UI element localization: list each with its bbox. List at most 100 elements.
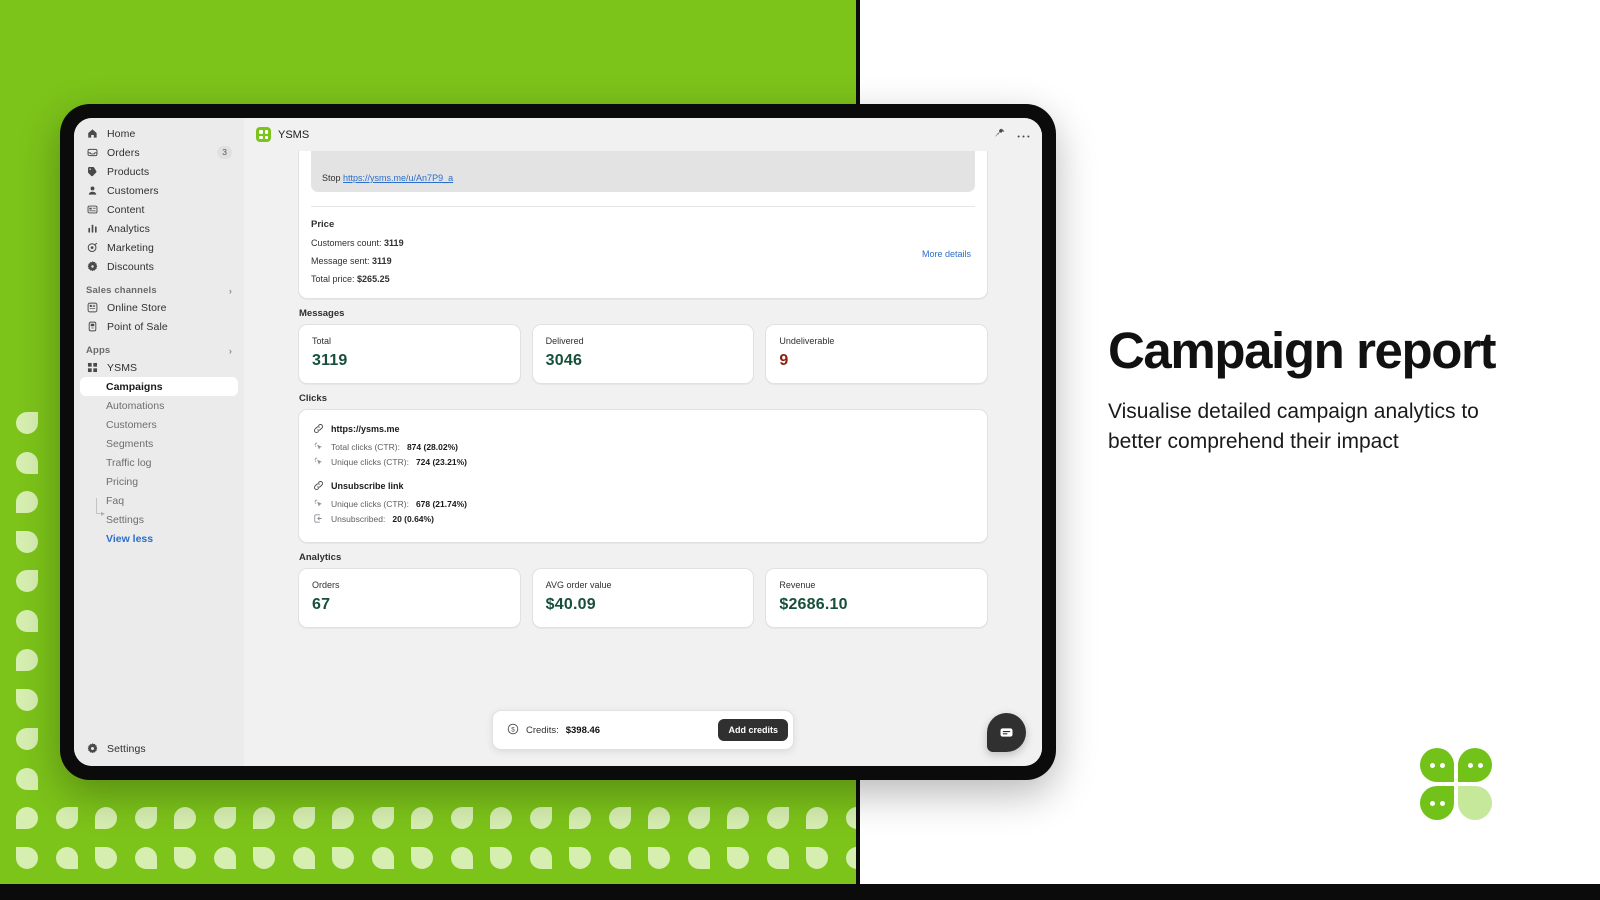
sidebar-item-analytics[interactable]: Analytics bbox=[80, 219, 238, 238]
app-topbar: YSMS bbox=[244, 118, 1042, 151]
leaf-shape bbox=[569, 846, 591, 869]
sidebar-item-settings[interactable]: Settings bbox=[80, 739, 238, 758]
leaf-shape bbox=[16, 767, 38, 790]
frame-edge-horizontal bbox=[0, 884, 1600, 900]
click-icon bbox=[313, 441, 324, 452]
click-icon bbox=[313, 498, 324, 509]
leaf-shape bbox=[332, 807, 354, 829]
sidebar-item-label: YSMS bbox=[107, 361, 138, 374]
sidebar-item-marketing[interactable]: Marketing bbox=[80, 238, 238, 257]
tablet-screen: Home Orders 3 Products Customers Content… bbox=[74, 118, 1042, 766]
leaf-shape bbox=[16, 530, 38, 553]
messages-stat-grid: Total 3119 Delivered 3046 Undeliverable … bbox=[298, 324, 989, 384]
sidebar-item-automations[interactable]: Automations bbox=[80, 396, 238, 415]
section-label: Sales channels bbox=[86, 285, 157, 296]
leaf-shape bbox=[253, 846, 275, 869]
price-heading: Price bbox=[311, 219, 335, 230]
stat-value: 3046 bbox=[545, 352, 583, 369]
add-credits-button[interactable]: Add credits bbox=[718, 719, 788, 741]
main-area: YSMS Stop https://ysms.me/u/An7P9_a Pric… bbox=[244, 118, 1042, 766]
tree-connector-line bbox=[96, 498, 97, 514]
chat-bubble-icon[interactable] bbox=[987, 713, 1026, 752]
leaf-shape bbox=[371, 807, 394, 829]
click-row-label: Unique clicks (CTR): bbox=[331, 456, 409, 467]
ysms-logo bbox=[1420, 748, 1496, 824]
leaf-shape bbox=[490, 846, 512, 869]
sidebar-item-orders[interactable]: Orders 3 bbox=[80, 143, 238, 162]
stat-value: 9 bbox=[779, 352, 789, 369]
point-of-sale-icon bbox=[86, 320, 99, 333]
leaf-shape bbox=[608, 807, 631, 829]
sidebar-item-customers[interactable]: Customers bbox=[80, 181, 238, 200]
sidebar-item-campaigns[interactable]: Campaigns bbox=[80, 377, 238, 396]
click-group-title: Unsubscribe link bbox=[331, 480, 404, 491]
leaf-shape bbox=[845, 846, 856, 869]
view-less-link[interactable]: View less bbox=[80, 529, 238, 545]
stat-label: Orders bbox=[312, 580, 340, 590]
sidebar-item-content[interactable]: Content bbox=[80, 200, 238, 219]
click-row: Unique clicks (CTR): 724 (23.21%) bbox=[313, 456, 973, 467]
dollar-circle-icon: $ bbox=[507, 723, 519, 738]
more-details-link[interactable]: More details bbox=[922, 249, 971, 259]
analytics-section-title: Analytics bbox=[299, 552, 342, 563]
sidebar-item-segments[interactable]: Segments bbox=[80, 434, 238, 453]
ysms-app-icon bbox=[256, 127, 271, 142]
click-group-head: Unsubscribe link bbox=[313, 480, 973, 491]
leaf-shape bbox=[174, 807, 196, 829]
click-row-value: 874 (28.02%) bbox=[406, 441, 458, 452]
sidebar-section-apps[interactable]: Apps › bbox=[86, 345, 232, 356]
clicks-card: https://ysms.me Total clicks (CTR): 874 … bbox=[298, 409, 988, 543]
leaf-shape bbox=[450, 807, 473, 829]
leaf-shape bbox=[95, 846, 117, 869]
sidebar-item-pricing[interactable]: Pricing bbox=[80, 472, 238, 491]
sidebar-item-point-of-sale[interactable]: Point of Sale bbox=[80, 317, 238, 336]
price-row: Customers count: 3119 bbox=[311, 238, 975, 248]
sidebar-item-products[interactable]: Products bbox=[80, 162, 238, 181]
stat-value: 67 bbox=[312, 596, 331, 613]
sidebar-item-ysms[interactable]: YSMS bbox=[80, 358, 238, 377]
page-title: Campaign report bbox=[1108, 322, 1496, 379]
sidebar-item-home[interactable]: Home bbox=[80, 124, 238, 143]
sidebar-item-traffic-log[interactable]: Traffic log bbox=[80, 453, 238, 472]
sidebar-item-label: Point of Sale bbox=[107, 320, 168, 333]
click-row: Unsubscribed: 20 (0.64%) bbox=[313, 513, 973, 524]
leaf-shape bbox=[213, 846, 236, 869]
section-label: Apps bbox=[86, 345, 111, 356]
leaf-shape bbox=[371, 846, 394, 869]
price-row-value: 3119 bbox=[384, 238, 404, 248]
leaf-shape bbox=[529, 846, 552, 869]
sidebar-item-label: Customers bbox=[107, 184, 159, 197]
leaf-shape bbox=[806, 807, 828, 829]
topbar-actions bbox=[994, 126, 1030, 144]
leaf-shape bbox=[16, 846, 38, 869]
page-subtitle: Visualise detailed campaign analytics to… bbox=[1108, 400, 1479, 454]
pin-icon[interactable] bbox=[994, 126, 1005, 144]
sidebar-item-faq[interactable]: Faq bbox=[80, 491, 238, 510]
more-horizontal-icon[interactable] bbox=[1017, 126, 1030, 144]
leaf-shape bbox=[16, 570, 38, 592]
sidebar-item-label: Segments bbox=[106, 437, 154, 450]
click-row-value: 20 (0.64%) bbox=[392, 513, 434, 524]
analytics-bars-icon bbox=[86, 222, 99, 235]
price-row-label: Customers count: bbox=[311, 238, 382, 248]
leaf-shape bbox=[16, 412, 38, 434]
sidebar-item-app-customers[interactable]: Customers bbox=[80, 415, 238, 434]
chevron-right-icon: › bbox=[228, 285, 232, 296]
stat-label: Undeliverable bbox=[779, 336, 835, 346]
sidebar-item-online-store[interactable]: Online Store bbox=[80, 298, 238, 317]
marketing-copy: Campaign report Visualise detailed campa… bbox=[1108, 322, 1508, 457]
ysms-grid-icon bbox=[86, 361, 99, 374]
sidebar-item-label: Settings bbox=[106, 513, 144, 526]
leaf-shape bbox=[490, 807, 512, 829]
sidebar-section-sales-channels[interactable]: Sales channels › bbox=[86, 285, 232, 296]
sidebar-item-label: Customers bbox=[106, 418, 157, 431]
sidebar-item-label: Products bbox=[107, 165, 150, 178]
link-icon bbox=[313, 423, 324, 434]
stat-label: AVG order value bbox=[545, 580, 612, 590]
orders-badge: 3 bbox=[217, 146, 232, 159]
customers-person-icon bbox=[86, 184, 99, 197]
sidebar-item-discounts[interactable]: Discounts bbox=[80, 257, 238, 276]
sms-stop-link[interactable]: https://ysms.me/u/An7P9_a bbox=[343, 173, 453, 183]
sidebar-item-label: Marketing bbox=[107, 241, 155, 254]
price-row-label: Total price: bbox=[311, 274, 355, 284]
